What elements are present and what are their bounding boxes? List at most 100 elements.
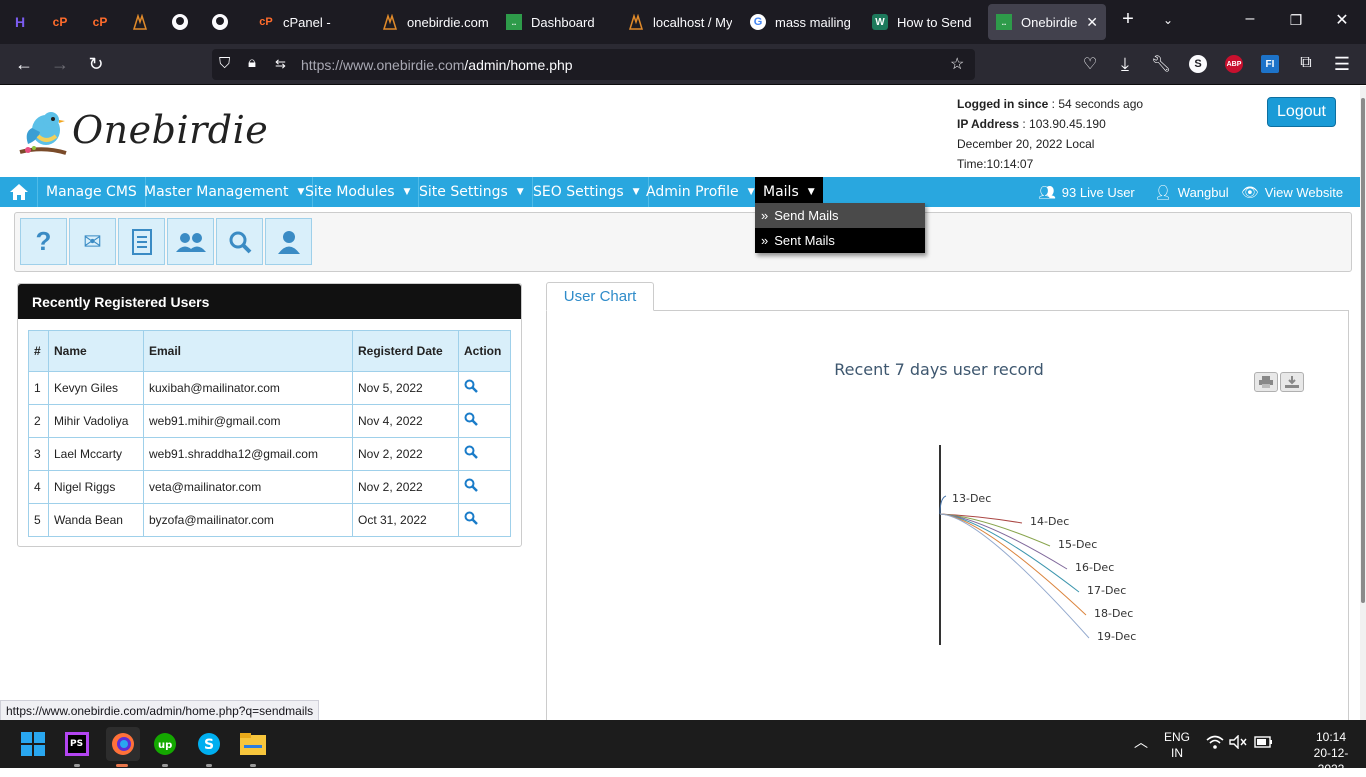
pinned-tab-h-icon[interactable]: H <box>10 12 30 32</box>
windows-start-icon[interactable] <box>18 729 48 759</box>
tab-how-to-send[interactable]: W How to Send B <box>872 4 976 40</box>
logout-button[interactable]: Logout <box>1267 97 1336 127</box>
url-text: https://www.onebirdie.com/admin/home.php <box>301 57 573 73</box>
sent-mails-item[interactable]: » Sent Mails <box>755 228 925 253</box>
download-chart-icon[interactable] <box>1280 372 1304 392</box>
registered-date-cell: Oct 31, 2022 <box>352 503 459 537</box>
table-row: 2 Mihir Vadoliya web91.mihir@gmail.com N… <box>28 404 511 438</box>
pinned-tab-phpmyadmin-icon[interactable] <box>130 12 150 32</box>
users-icon: 👥︎ <box>1038 183 1056 200</box>
tab-label: How to Send B <box>897 14 976 30</box>
tab-onebirdie-admin[interactable]: .. Onebirdie A ✕ <box>988 4 1106 40</box>
lock-icon[interactable]: 🔒︎ <box>248 54 256 71</box>
pocket-icon[interactable]: ♡ <box>1079 54 1101 74</box>
mail-icon[interactable]: ✉ <box>69 218 116 265</box>
menu-site-modules[interactable]: Site Modules ▼ <box>297 177 420 207</box>
menu-admin-profile[interactable]: Admin Profile ▼ <box>638 177 764 207</box>
address-bar[interactable]: ⛉ 🔒︎ ⇆ https://www.onebirdie.com/admin/h… <box>212 49 975 80</box>
clock[interactable]: 10:14 20-12-2022 <box>1308 729 1354 777</box>
menu-manage-cms[interactable]: Manage CMS <box>38 177 146 207</box>
restore-icon[interactable]: ❐ <box>1284 12 1308 29</box>
column-header: Name <box>48 330 144 372</box>
forward-icon[interactable]: → <box>49 54 71 75</box>
menu-seo-settings[interactable]: SEO Settings ▼ <box>525 177 649 207</box>
tray-overflow-icon[interactable]: ︿ <box>1134 734 1148 750</box>
view-user-search-icon[interactable] <box>458 437 511 471</box>
adblock-icon[interactable]: ABP <box>1225 55 1243 73</box>
print-chart-icon[interactable] <box>1254 372 1278 392</box>
logged-in-value: : 54 seconds ago <box>1048 97 1144 111</box>
column-header: Action <box>458 330 511 372</box>
view-user-search-icon[interactable] <box>458 503 511 537</box>
tab-list-icon[interactable]: ⌄ <box>1156 13 1180 27</box>
wifi-icon[interactable] <box>1206 735 1224 752</box>
document-icon[interactable] <box>118 218 165 265</box>
file-explorer-icon[interactable] <box>238 729 268 759</box>
permissions-icon[interactable]: ⇆ <box>275 56 286 72</box>
running-indicator <box>206 764 212 767</box>
tab-cpanel[interactable]: cP cPanel - <box>258 4 368 40</box>
pinned-tab-github-icon[interactable] <box>170 12 190 32</box>
page-scrollbar[interactable] <box>1360 86 1366 720</box>
phpstorm-icon[interactable]: PS <box>62 729 92 759</box>
tab-onebirdie[interactable]: onebirdie.com <box>382 4 492 40</box>
menu-master-management[interactable]: Master Management ▼ <box>136 177 314 207</box>
language-indicator[interactable]: ENG IN <box>1160 729 1194 761</box>
view-website-link[interactable]: 👁︎ View Website <box>1241 177 1343 207</box>
quick-icon-bar: ? ✉ <box>14 212 1352 272</box>
view-user-search-icon[interactable] <box>458 404 511 438</box>
window-close-icon[interactable]: ✕ <box>1330 10 1354 30</box>
menu-icon[interactable]: ☰ <box>1331 54 1353 75</box>
view-user-search-icon[interactable] <box>458 371 511 405</box>
battery-icon[interactable] <box>1254 736 1274 752</box>
upwork-icon[interactable]: up <box>150 729 180 759</box>
firefox-icon[interactable] <box>106 727 140 761</box>
column-header: # <box>28 330 49 372</box>
tab-localhost[interactable]: localhost / My <box>628 4 732 40</box>
pinned-tab-cpanel-icon[interactable]: cP <box>50 12 70 32</box>
user-icon[interactable] <box>265 218 312 265</box>
account-icon[interactable]: S <box>1189 55 1207 73</box>
users-icon[interactable] <box>167 218 214 265</box>
tab-dashboard[interactable]: .. Dashboard <box>506 4 616 40</box>
shield-icon[interactable]: ⛉ <box>219 55 230 72</box>
skype-icon[interactable]: S <box>194 729 224 759</box>
onebirdie-admin-icon: .. <box>996 14 1012 30</box>
back-icon[interactable]: ← <box>13 54 35 75</box>
reload-icon[interactable]: ↻ <box>85 54 107 75</box>
table-header-row: # Name Email Registerd Date Action <box>28 330 511 372</box>
new-tab-icon[interactable]: + <box>1116 8 1140 31</box>
menu-site-settings[interactable]: Site Settings ▼ <box>411 177 533 207</box>
send-mails-item[interactable]: » Send Mails <box>755 203 925 228</box>
scrollbar-thumb[interactable] <box>1361 98 1365 603</box>
user-profile-link[interactable]: 👤︎ Wangbul <box>1154 177 1229 207</box>
close-tab-icon[interactable]: ✕ <box>1086 14 1098 31</box>
logo-text[interactable]: Onebirdie <box>72 108 268 152</box>
table-row: 5 Wanda Bean byzofa@mailinator.com Oct 3… <box>28 503 511 537</box>
user-email-cell: web91.shraddha12@gmail.com <box>143 437 353 471</box>
dashboard-icon: .. <box>506 14 522 30</box>
downloads-icon[interactable]: ⤓ <box>1114 54 1136 75</box>
tools-icon[interactable]: 🔧︎ <box>1150 54 1172 74</box>
search-icon[interactable] <box>216 218 263 265</box>
bullet-icon: » <box>761 208 769 223</box>
home-icon[interactable] <box>0 177 38 207</box>
tab-label: Onebirdie A <box>1021 14 1080 30</box>
minimize-icon[interactable]: – <box>1238 10 1262 28</box>
extension-fi-icon[interactable]: FI <box>1261 55 1279 73</box>
help-icon[interactable]: ? <box>20 218 67 265</box>
row-number: 3 <box>28 437 49 471</box>
chart-title: Recent 7 days user record <box>834 360 1044 379</box>
tab-google[interactable]: G mass mailing i <box>750 4 854 40</box>
volume-muted-icon[interactable] <box>1229 734 1247 753</box>
tab-user-chart[interactable]: User Chart <box>546 282 654 311</box>
logo-bird-icon[interactable] <box>18 106 68 161</box>
live-users-link[interactable]: 👥︎ 93 Live User <box>1038 177 1135 207</box>
extensions-icon[interactable]: ⧉ <box>1295 54 1317 72</box>
bookmark-star-icon[interactable]: ☆ <box>950 54 964 74</box>
pinned-tab-github-icon[interactable] <box>210 12 230 32</box>
caret-down-icon: ▼ <box>747 187 755 197</box>
tab-label: mass mailing i <box>775 14 854 30</box>
view-user-search-icon[interactable] <box>458 470 511 504</box>
pinned-tab-cpanel-icon[interactable]: cP <box>90 12 110 32</box>
